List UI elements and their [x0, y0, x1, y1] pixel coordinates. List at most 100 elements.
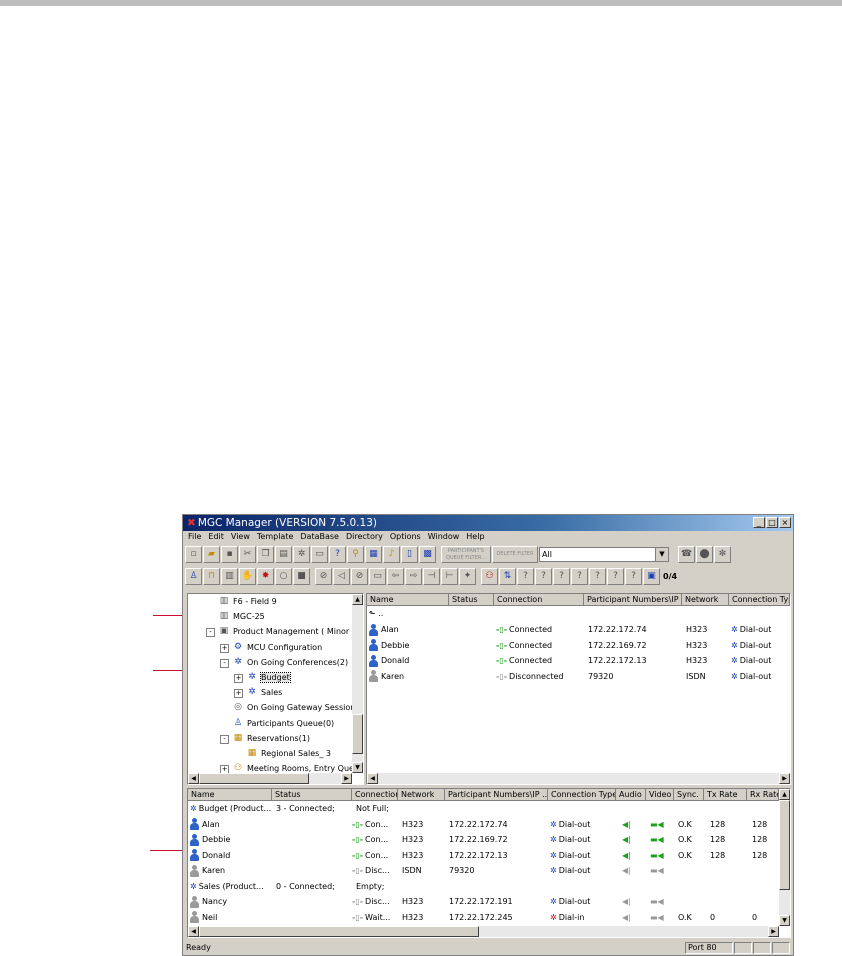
menu-options[interactable]: Options — [390, 531, 421, 543]
help-participant-icon[interactable]: ? — [517, 567, 534, 585]
query-b-icon[interactable]: ? — [571, 567, 588, 585]
expand-icon[interactable]: + — [220, 643, 229, 653]
column-header[interactable]: Network — [682, 594, 729, 606]
column-header[interactable]: Status — [449, 594, 494, 606]
tree-item[interactable]: ▥ MGC-25 — [218, 610, 265, 624]
scroll-up-icon[interactable]: ▲ — [779, 789, 790, 800]
move-participant-icon[interactable]: ⇅ — [499, 567, 516, 585]
audio-icon[interactable]: ◀| — [622, 818, 642, 832]
scroll-up-icon[interactable]: ▲ — [352, 594, 363, 605]
participant-row[interactable]: Alan -▯- Con... H323 172.22.172.74 ✲ Dial-out ◀… — [188, 818, 780, 832]
scroll-left-icon[interactable]: ◀ — [367, 773, 378, 784]
monitor-scroll-thumb[interactable] — [779, 800, 790, 890]
monitor-vertical-scrollbar[interactable]: ▲ ▼ — [779, 789, 790, 926]
participant-row[interactable]: Karen -▯- Disc... ISDN 79320 ✲ Dial-out ◀| ▬◀ — [188, 864, 780, 878]
network-view-icon[interactable]: ▩ — [419, 545, 436, 563]
menu-template[interactable]: Template — [257, 531, 294, 543]
cut-icon[interactable]: ✂ — [239, 545, 256, 563]
maximize-button[interactable]: □ — [766, 517, 778, 528]
connect-icon[interactable]: ⇦ — [387, 567, 404, 585]
participants-queue-filter-button[interactable]: PARTICIPANT'S QUEUE FILTER... — [441, 545, 491, 563]
print-icon[interactable]: ▭ — [311, 545, 328, 563]
audio-icon[interactable]: ◀| — [622, 864, 642, 878]
plug-out-icon[interactable]: ⊢ — [441, 567, 458, 585]
menu-directory[interactable]: Directory — [346, 531, 383, 543]
video-icon[interactable]: ▬◀ — [650, 895, 670, 909]
settings-icon[interactable]: ✼ — [714, 545, 731, 563]
audio-mute-icon[interactable]: ◁ — [333, 567, 350, 585]
tree-item[interactable]: ▣ Product Management ( Minor — [218, 625, 349, 639]
stop-record-icon[interactable]: ■ — [293, 567, 310, 585]
audio-icon[interactable]: ◀| — [622, 849, 642, 863]
lock-icon[interactable]: ⊓ — [203, 567, 220, 585]
call-icon[interactable]: ☎ — [678, 545, 695, 563]
column-header[interactable]: Name — [367, 594, 449, 606]
menu-database[interactable]: DataBase — [300, 531, 339, 543]
monitor-hscroll-thumb[interactable] — [199, 926, 479, 937]
monitor-horizontal-scrollbar[interactable]: ◀ ▶ — [188, 926, 779, 937]
open-folder-icon[interactable]: ▰ — [203, 545, 220, 563]
help-icon[interactable]: ? — [329, 545, 346, 563]
camera-icon[interactable]: ▭ — [369, 567, 386, 585]
expand-icon[interactable]: + — [234, 689, 243, 699]
column-header[interactable]: Video — [646, 789, 674, 801]
tree-item[interactable]: ▥ F6 - Field 9 — [218, 595, 277, 609]
delete-filter-button[interactable]: DELETE FILTER — [492, 545, 538, 563]
conference-row[interactable]: ✲ Sales (Product... 0 - Connected; Empty; — [188, 880, 780, 894]
column-header[interactable]: Tx Rate — [704, 789, 747, 801]
participant-row[interactable]: Donald -▯- Connected 172.22.172.13 H323 ✲ Dial… — [367, 654, 781, 668]
tree-horizontal-scrollbar[interactable]: ◀ ▶ — [188, 773, 352, 784]
participant-properties-icon[interactable]: ♙ — [185, 567, 202, 585]
collapse-icon[interactable]: - — [220, 658, 229, 668]
menu-help[interactable]: Help — [466, 531, 484, 543]
column-header[interactable]: Audio — [616, 789, 646, 801]
scroll-left-icon[interactable]: ◀ — [188, 773, 199, 784]
save-icon[interactable]: ▪ — [221, 545, 238, 563]
video-icon[interactable]: ▬◀ — [650, 818, 670, 832]
query-icon[interactable]: ? — [535, 567, 552, 585]
tree-item[interactable]: ◎ On Going Gateway Session — [232, 701, 355, 715]
column-header[interactable]: Connection Typ — [729, 594, 790, 606]
record-icon[interactable]: ○ — [275, 567, 292, 585]
mute-icon[interactable]: ✋ — [239, 567, 256, 585]
participant-row[interactable]: Debbie -▯- Connected 172.22.169.72 H323 ✲ Dial… — [367, 639, 781, 653]
properties-icon[interactable]: ✲ — [293, 545, 310, 563]
menu-edit[interactable]: Edit — [208, 531, 224, 543]
collapse-icon[interactable]: - — [206, 628, 215, 638]
address-book-icon[interactable]: ▦ — [365, 545, 382, 563]
column-header[interactable]: Connection — [352, 789, 398, 801]
tile-window-icon[interactable]: ▯ — [401, 545, 418, 563]
expand-icon[interactable]: + — [234, 674, 243, 683]
participant-row[interactable]: Nancy -▯- Disc... H323 172.22.172.191 ✲ Dial-o… — [188, 895, 780, 909]
video-icon[interactable]: ▬◀ — [650, 911, 670, 925]
column-header[interactable]: Participant Numbers\IP ... — [584, 594, 682, 606]
copy-icon[interactable]: ❐ — [257, 545, 274, 563]
scroll-right-icon[interactable]: ▶ — [768, 926, 779, 937]
audio-icon[interactable]: ◀| — [622, 833, 642, 847]
list-horizontal-scrollbar[interactable]: ◀ ▶ — [367, 773, 790, 784]
video-icon[interactable]: ▬◀ — [650, 849, 670, 863]
context-help-icon[interactable]: ⚲ — [347, 545, 364, 563]
menu-file[interactable]: File — [188, 531, 201, 543]
query-d-icon[interactable]: ? — [607, 567, 624, 585]
scroll-right-icon[interactable]: ▶ — [341, 773, 352, 784]
participant-row[interactable]: Karen -▯- Disconnected 79320 ISDN ✲ Dial-out — [367, 670, 781, 684]
stop-icon[interactable]: ⬤ — [696, 545, 713, 563]
audio-icon[interactable]: ◀| — [622, 911, 642, 925]
query-e-icon[interactable]: ? — [625, 567, 642, 585]
column-header[interactable]: Status — [272, 789, 352, 801]
column-header[interactable]: Name — [188, 789, 272, 801]
scroll-down-icon[interactable]: ▼ — [779, 915, 790, 926]
scroll-right-icon[interactable]: ▶ — [779, 773, 790, 784]
tree-item[interactable]: ⚙ MCU Configuration — [232, 641, 322, 655]
minimize-button[interactable]: _ — [753, 517, 765, 528]
new-icon[interactable]: ▫ — [185, 545, 202, 563]
scroll-left-icon[interactable]: ◀ — [188, 926, 199, 937]
scroll-down-icon[interactable]: ▼ — [352, 762, 363, 773]
chevron-down-icon[interactable]: ▼ — [655, 547, 668, 561]
column-header[interactable]: Sync. — [674, 789, 704, 801]
video-icon[interactable]: ▬◀ — [650, 833, 670, 847]
title-bar[interactable]: ✖ MGC Manager (VERSION 7.5.0.13) _ □ × — [183, 515, 793, 531]
video-icon[interactable]: ▬◀ — [650, 864, 670, 878]
no-audio-icon[interactable]: ⊘ — [315, 567, 332, 585]
